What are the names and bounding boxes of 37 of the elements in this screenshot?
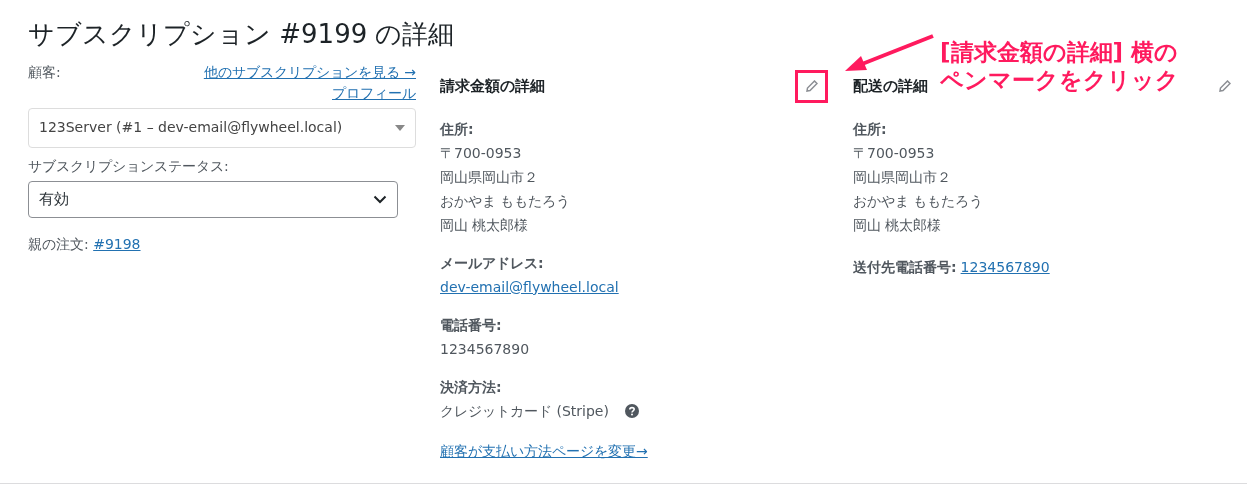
dropdown-arrow-icon: [395, 124, 405, 131]
customer-select[interactable]: 123Server (#1 – dev-email@flywheel.local): [28, 107, 416, 148]
field-value: 〒700-0953: [440, 143, 522, 163]
help-icon[interactable]: [624, 403, 639, 418]
field-value: 岡山 桃太郎様: [440, 215, 529, 235]
page-title: サブスクリプション #9199 の詳細: [28, 18, 455, 51]
profile-link[interactable]: プロフィール: [332, 82, 416, 104]
field-label: 電話番号:: [440, 316, 502, 333]
field-value: クレジットカード (Stripe): [440, 401, 609, 421]
section-heading: 配送の詳細: [853, 76, 928, 98]
order-link[interactable]: #9198: [93, 235, 141, 252]
field-value: おかやま ももたろう: [440, 191, 571, 211]
pencil-icon: [1218, 80, 1231, 93]
field-value: おかやま ももたろう: [853, 191, 984, 211]
callout-text: [請求金額の詳細] 横の ペンマークをクリック: [940, 38, 1179, 94]
field-label: 住所:: [440, 120, 474, 137]
parent-order-label: 親の注文:: [28, 235, 90, 252]
field-label: メールアドレス:: [440, 254, 544, 271]
status-select[interactable]: 有効: [28, 180, 398, 218]
phone-link[interactable]: 1234567890: [960, 254, 1050, 279]
field-value: 岡山県岡山市２: [853, 167, 951, 187]
pencil-icon: [805, 80, 818, 93]
edit-button[interactable]: [795, 69, 828, 103]
field-value: 1234567890: [440, 339, 530, 359]
profile-link[interactable]: 他のサブスクリプションを見る →: [203, 61, 416, 83]
field-label: 決済方法:: [440, 378, 502, 395]
change-payment-link[interactable]: 顧客が支払い方法ページを変更→: [440, 442, 648, 459]
field-value: 岡山県岡山市２: [440, 167, 538, 187]
chevron-down-icon: [373, 194, 387, 204]
field-label: 住所:: [853, 120, 887, 137]
field-label: 送付先電話番号:: [853, 257, 957, 277]
customer-label: 顧客:: [28, 62, 61, 82]
field-value: 岡山 桃太郎様: [853, 215, 942, 235]
section-heading: 請求金額の詳細: [440, 76, 545, 98]
email-link[interactable]: dev-email@flywheel.local: [440, 274, 619, 299]
status-label: サブスクリプションステータス:: [28, 156, 230, 176]
field-value: 〒700-0953: [853, 143, 935, 163]
